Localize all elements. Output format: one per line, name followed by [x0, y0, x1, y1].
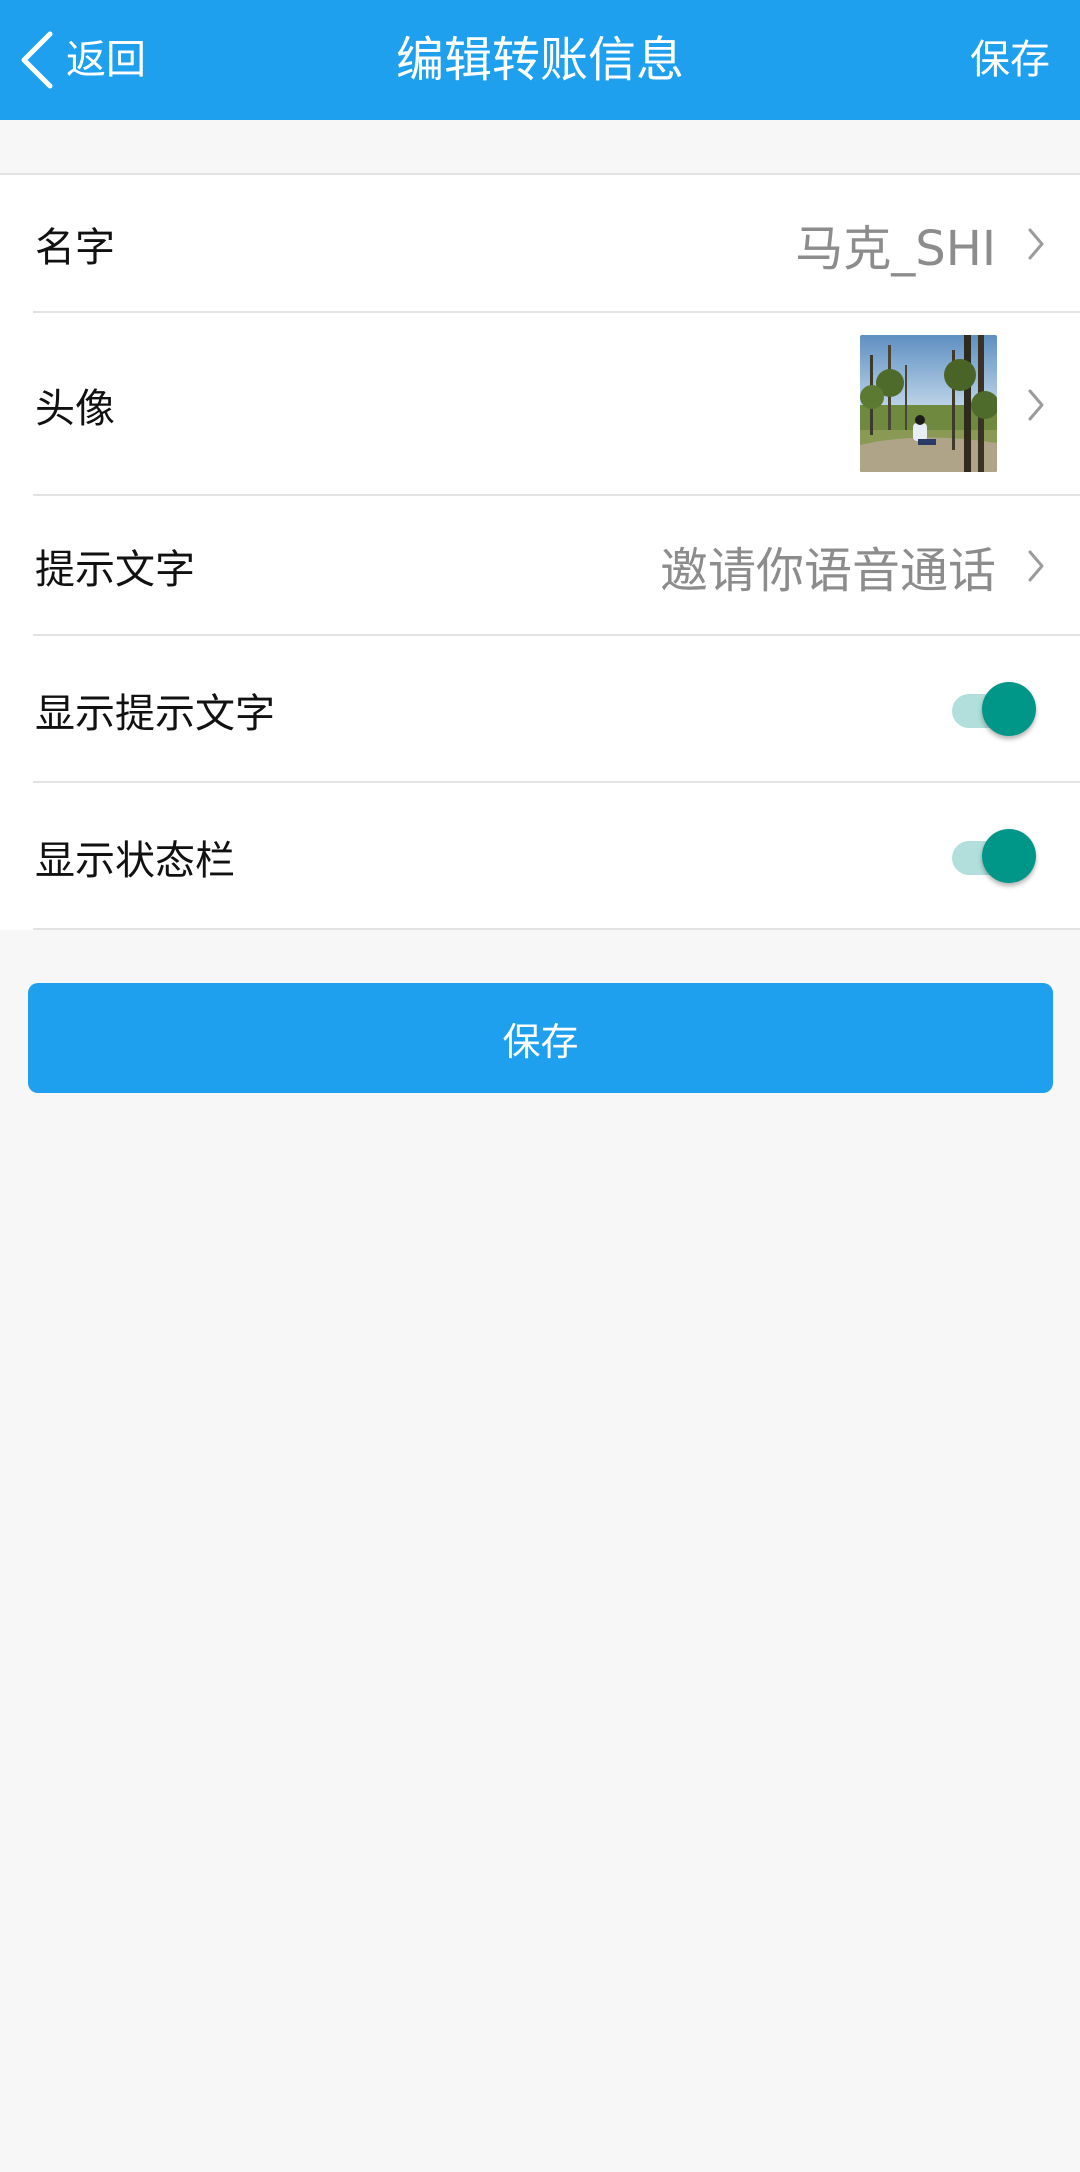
back-label: 返回	[66, 37, 146, 83]
show-hint-row: 显示提示文字	[0, 636, 1080, 783]
show-hint-label: 显示提示文字	[35, 690, 275, 737]
chevron-right-icon	[1028, 550, 1044, 582]
show-hint-toggle[interactable]	[950, 681, 1038, 738]
back-button[interactable]: 返回	[18, 28, 146, 92]
chevron-right-icon	[1028, 389, 1044, 420]
avatar-row[interactable]: 头像	[0, 313, 1080, 496]
avatar-label: 头像	[35, 385, 115, 432]
show-status-bar-toggle[interactable]	[950, 828, 1038, 885]
chevron-right-icon	[1028, 228, 1044, 260]
page: 返回 编辑转账信息 保存 名字 马克_SHI 头像 提示文字 邀请你语音通话 显…	[0, 0, 1080, 2172]
page-title: 编辑转账信息	[395, 32, 684, 88]
top-bar: 返回 编辑转账信息 保存	[0, 0, 1080, 120]
toggle-knob	[982, 681, 1036, 736]
name-label: 名字	[35, 225, 115, 271]
avatar-photo	[860, 335, 997, 472]
hint-text-label: 提示文字	[35, 547, 195, 593]
show-status-bar-row: 显示状态栏	[0, 783, 1080, 930]
divider	[33, 928, 1080, 930]
avatar-image[interactable]	[860, 335, 997, 472]
toggle-knob	[982, 828, 1036, 883]
hint-text-value: 邀请你语音通话	[659, 543, 996, 599]
save-button[interactable]: 保存	[28, 983, 1053, 1093]
hint-text-row[interactable]: 提示文字 邀请你语音通话	[0, 496, 1080, 636]
settings-list: 名字 马克_SHI 头像 提示文字 邀请你语音通话 显示提示文字 显示状态栏	[0, 173, 1080, 930]
chevron-left-icon	[21, 31, 53, 89]
show-status-bar-label: 显示状态栏	[35, 837, 235, 884]
header-save-button[interactable]: 保存	[970, 0, 1050, 120]
name-row[interactable]: 名字 马克_SHI	[0, 175, 1080, 313]
name-value: 马克_SHI	[795, 221, 996, 277]
